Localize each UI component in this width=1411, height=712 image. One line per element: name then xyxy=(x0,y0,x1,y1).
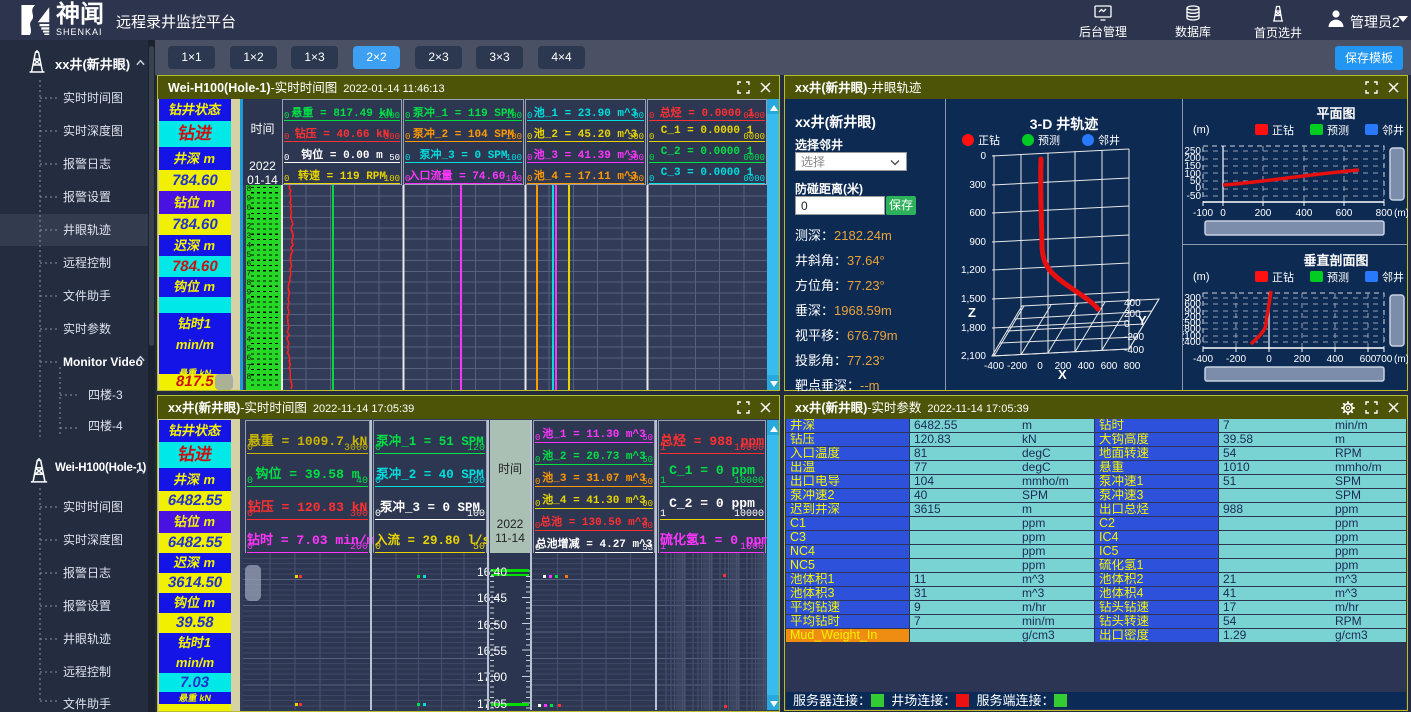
svg-text:-100: -100 xyxy=(1193,208,1213,219)
svg-text:1,500: 1,500 xyxy=(961,294,986,305)
svg-text:-400: -400 xyxy=(1193,354,1213,365)
svg-text:正钻: 正钻 xyxy=(978,133,1000,147)
svg-text:2,100: 2,100 xyxy=(961,351,986,362)
svg-text:800: 800 xyxy=(1124,361,1141,372)
svg-text:邻井: 邻井 xyxy=(1098,133,1120,147)
svg-text:(m): (m) xyxy=(1193,271,1210,283)
svg-text:-200: -200 xyxy=(1226,354,1246,365)
svg-text:-200: -200 xyxy=(1124,332,1144,343)
svg-text:200: 200 xyxy=(1255,208,1272,219)
svg-text:-400: -400 xyxy=(1124,345,1144,356)
svg-text:1: 1 xyxy=(247,307,252,316)
svg-text:(m): (m) xyxy=(1394,354,1408,365)
svg-text:正钻: 正钻 xyxy=(1272,123,1294,137)
svg-text:1: 1 xyxy=(247,213,252,222)
svg-text:3: 3 xyxy=(247,326,252,335)
svg-text:(m): (m) xyxy=(1394,208,1408,219)
svg-text:400: 400 xyxy=(1296,208,1313,219)
svg-text:0: 0 xyxy=(1266,354,1272,365)
svg-text:-50: -50 xyxy=(1187,191,1202,202)
svg-text:(m): (m) xyxy=(1193,124,1210,136)
svg-text:0: 0 xyxy=(1124,319,1130,330)
svg-text:900: 900 xyxy=(969,237,986,248)
svg-text:0: 0 xyxy=(247,298,252,307)
svg-text:4: 4 xyxy=(247,335,252,344)
svg-text:7: 7 xyxy=(247,270,252,279)
svg-text:3: 3 xyxy=(247,232,252,241)
svg-text:Y: Y xyxy=(1138,313,1147,328)
svg-text:垂直剖面图: 垂直剖面图 xyxy=(1303,253,1368,268)
svg-text:邻井: 邻井 xyxy=(1382,270,1404,284)
svg-text:9: 9 xyxy=(247,288,252,297)
svg-text:8: 8 xyxy=(247,279,252,288)
svg-text:1,200: 1,200 xyxy=(961,265,986,276)
svg-text:5: 5 xyxy=(247,251,252,260)
svg-text:200: 200 xyxy=(1294,354,1311,365)
svg-text:600: 600 xyxy=(969,208,986,219)
svg-text:800: 800 xyxy=(1376,208,1393,219)
svg-text:3-D 井轨迹: 3-D 井轨迹 xyxy=(1030,116,1098,132)
svg-text:4: 4 xyxy=(247,241,252,250)
svg-text:8: 8 xyxy=(247,185,252,194)
svg-text:平面图: 平面图 xyxy=(1316,106,1355,121)
svg-text:2: 2 xyxy=(247,317,252,326)
svg-text:9: 9 xyxy=(247,194,252,203)
svg-text:Z: Z xyxy=(968,305,976,320)
svg-text:400: 400 xyxy=(1124,298,1141,309)
svg-text:预测: 预测 xyxy=(1327,124,1349,137)
svg-text:0: 0 xyxy=(980,151,986,162)
svg-text:400: 400 xyxy=(1078,361,1095,372)
svg-text:7: 7 xyxy=(247,364,252,373)
svg-text:700: 700 xyxy=(1376,354,1393,365)
svg-text:8: 8 xyxy=(247,373,252,382)
svg-text:预测: 预测 xyxy=(1327,271,1349,284)
svg-text:0: 0 xyxy=(1220,208,1226,219)
svg-text:6: 6 xyxy=(247,354,252,363)
svg-text:邻井: 邻井 xyxy=(1382,123,1404,137)
svg-text:0: 0 xyxy=(247,204,252,213)
svg-text:600: 600 xyxy=(1360,354,1377,365)
svg-text:16:40: 16:40 xyxy=(477,565,507,579)
svg-text:0: 0 xyxy=(1037,361,1043,372)
svg-text:16:45: 16:45 xyxy=(477,591,507,605)
svg-text:正钻: 正钻 xyxy=(1272,270,1294,284)
svg-text:16:55: 16:55 xyxy=(477,644,507,658)
svg-text:-400: -400 xyxy=(984,361,1004,372)
svg-text:5: 5 xyxy=(247,345,252,354)
svg-text:6: 6 xyxy=(247,260,252,269)
svg-text:-200: -200 xyxy=(1007,361,1027,372)
svg-text:300: 300 xyxy=(969,180,986,191)
svg-text:2: 2 xyxy=(247,223,252,232)
svg-text:600: 600 xyxy=(1101,361,1118,372)
svg-text:1,800: 1,800 xyxy=(961,323,986,334)
svg-text:400: 400 xyxy=(1327,354,1344,365)
svg-text:17:05: 17:05 xyxy=(477,697,507,710)
svg-text:16:50: 16:50 xyxy=(477,618,507,632)
svg-text:600: 600 xyxy=(1336,208,1353,219)
svg-text:预测: 预测 xyxy=(1038,134,1060,147)
svg-text:X: X xyxy=(1058,367,1067,382)
svg-text:17:00: 17:00 xyxy=(477,670,507,684)
svg-text:2400: 2400 xyxy=(1183,337,1201,348)
